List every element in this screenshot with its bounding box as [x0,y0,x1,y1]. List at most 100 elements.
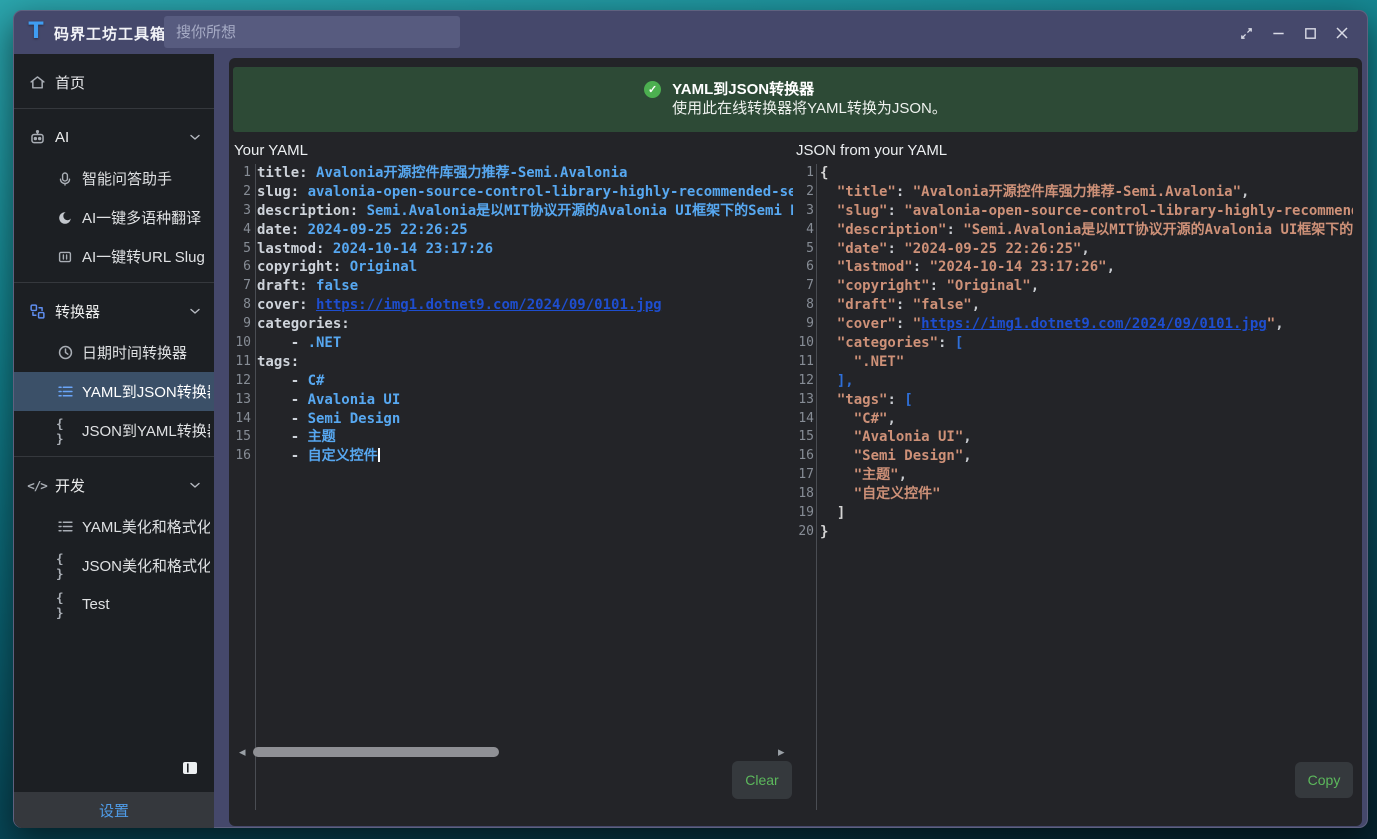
code-line: "draft": "false", [820,296,1353,315]
scroll-left-icon[interactable]: ◂ [239,745,246,759]
list-icon [56,383,74,401]
search-input[interactable] [164,16,460,48]
code-icon: </> [28,476,46,494]
banner-title: YAML到JSON转换器 [672,80,947,99]
code-line: "categories": [ [820,334,1353,353]
titlebar: T 码界工坊工具箱 [14,11,1367,54]
json-gutter: 1234567891011121314151617181920 [789,164,814,542]
clear-button[interactable]: Clear [732,761,792,799]
app-window: T 码界工坊工具箱 首页AI智能问答助手AI一键多语种 [13,10,1368,828]
sidebar-item[interactable]: YAML美化和格式化 [14,507,214,546]
sidebar-group-0[interactable]: AI [14,115,214,159]
banner-subtitle: 使用此在线转换器将YAML转换为JSON。 [672,99,947,119]
maximize-icon[interactable] [1295,18,1325,48]
sidebar-item[interactable]: 日期时间转换器 [14,333,214,372]
list-icon [56,518,74,536]
sidebar-divider [14,108,214,109]
code-line: "date": "2024-09-25 22:26:25", [820,240,1353,259]
sidebar: 首页 AI智能问答助手AI一键多语种翻译AI一键转URL Slug 转换器日期时间转… [14,54,214,828]
code-line: "tags": [ [820,391,1353,410]
yaml-gutter-separator [255,164,256,810]
code-line: title: Avalonia开源控件库强力推荐-Semi.Avalonia [257,164,793,183]
scroll-right-icon[interactable]: ▸ [778,745,785,759]
json-output[interactable]: { "title": "Avalonia开源控件库强力推荐-Semi.Avalo… [820,164,1353,810]
code-line: draft: false [257,277,793,296]
braces-icon: { } [56,422,74,440]
sidebar-divider [14,456,214,457]
code-line: "Avalonia UI", [820,428,1353,447]
minimize-icon[interactable] [1263,18,1293,48]
code-line: description: Semi.Avalonia是以MIT协议开源的Aval… [257,202,793,221]
sidebar-divider [14,282,214,283]
sidebar-nav: 首页 AI智能问答助手AI一键多语种翻译AI一键转URL Slug 转换器日期时间转… [14,54,214,792]
code-line: - .NET [257,334,793,353]
yaml-gutter: 12345678910111213141516 [230,164,251,466]
code-line: "cover": "https://img1.dotnet9.com/2024/… [820,315,1353,334]
settings-link[interactable]: 设置 [99,800,129,821]
sidebar-group-1[interactable]: 转换器 [14,289,214,333]
code-line: categories: [257,315,793,334]
code-line: "自定义控件" [820,485,1353,504]
assistant-icon [56,170,74,188]
json-gutter-separator [816,164,817,810]
code-line: copyright: Original [257,258,793,277]
check-circle-icon: ✓ [644,81,661,98]
sidebar-item[interactable]: AI一键多语种翻译 [14,198,214,237]
code-line: - Avalonia UI [257,391,793,410]
home-icon [28,73,46,91]
sidebar-item[interactable]: YAML到JSON转换器 [14,372,214,411]
code-line: "Semi Design", [820,447,1353,466]
clock-icon [56,344,74,362]
sidebar-item[interactable]: { }JSON到YAML转换器 [14,411,214,450]
chevron-down-icon [186,476,204,494]
chevron-down-icon [186,128,204,146]
code-line: date: 2024-09-25 22:26:25 [257,221,793,240]
result-banner: ✓ YAML到JSON转换器 使用此在线转换器将YAML转换为JSON。 [233,67,1358,132]
code-line: ], [820,372,1353,391]
code-line: slug: avalonia-open-source-control-libra… [257,183,793,202]
close-icon[interactable] [1327,18,1357,48]
braces-icon: { } [56,557,74,575]
desktop: T 码界工坊工具箱 首页AI智能问答助手AI一键多语种 [0,0,1377,839]
app-logo-icon: T [23,19,49,45]
expand-icon[interactable] [1231,18,1261,48]
code-line: tags: [257,353,793,372]
code-line: { [820,164,1353,183]
robot-icon [28,128,46,146]
sidebar-item[interactable]: { }JSON美化和格式化 [14,546,214,585]
panel-collapse-icon[interactable] [180,759,200,777]
json-pane-label: JSON from your YAML [796,142,947,159]
code-line: "slug": "avalonia-open-source-control-li… [820,202,1353,221]
window-controls [1231,18,1357,48]
code-line: - Semi Design [257,410,793,429]
translate-icon [56,209,74,227]
code-line: "lastmod": "2024-10-14 23:17:26", [820,258,1353,277]
app-title: 码界工坊工具箱 [54,23,166,44]
code-line: lastmod: 2024-10-14 23:17:26 [257,240,793,259]
code-line: ".NET" [820,353,1353,372]
code-line: - 主题 [257,428,793,447]
braces-icon: { } [56,596,74,614]
sidebar-footer: 设置 [14,792,214,828]
code-line: "主题", [820,466,1353,485]
sidebar-item-home[interactable]: 首页 [14,62,214,102]
transform-icon [28,302,46,320]
main-panel: ✓ YAML到JSON转换器 使用此在线转换器将YAML转换为JSON。 You… [229,58,1362,826]
slug-icon [56,248,74,266]
code-line: "copyright": "Original", [820,277,1353,296]
yaml-pane-label: Your YAML [234,142,308,159]
sidebar-item[interactable]: AI一键转URL Slug [14,237,214,276]
code-line: } [820,523,1353,542]
code-line: cover: https://img1.dotnet9.com/2024/09/… [257,296,793,315]
code-line: "description": "Semi.Avalonia是以MIT协议开源的A… [820,221,1353,240]
code-line: "title": "Avalonia开源控件库强力推荐-Semi.Avaloni… [820,183,1353,202]
yaml-editor[interactable]: title: Avalonia开源控件库强力推荐-Semi.Avaloniasl… [257,164,793,810]
chevron-down-icon [186,302,204,320]
hscrollbar-thumb[interactable] [253,747,499,757]
copy-button[interactable]: Copy [1295,762,1353,798]
text-cursor [378,448,380,462]
sidebar-group-2[interactable]: </>开发 [14,463,214,507]
sidebar-item[interactable]: 智能问答助手 [14,159,214,198]
sidebar-item[interactable]: { }Test [14,585,214,624]
code-line: "C#", [820,410,1353,429]
